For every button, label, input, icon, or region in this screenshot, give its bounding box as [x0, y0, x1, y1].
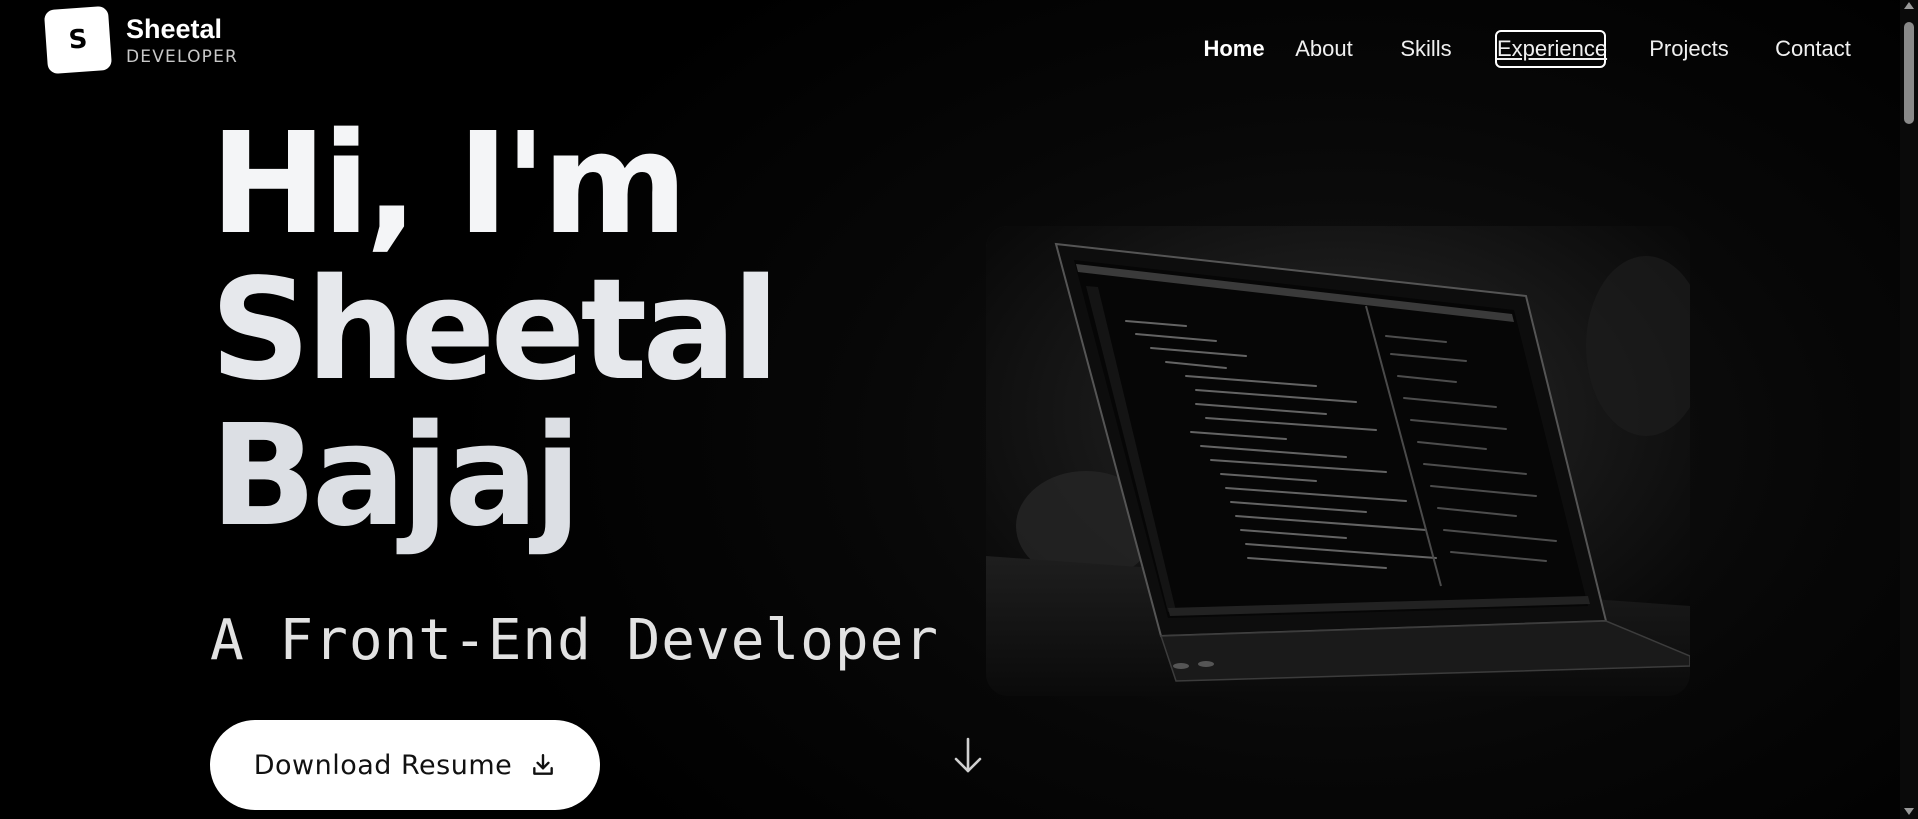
hero-title-line-3: Bajaj — [210, 395, 582, 558]
nav-item-projects[interactable]: Projects — [1648, 30, 1730, 68]
nav-item-contact[interactable]: Contact — [1773, 30, 1853, 68]
nav-item-skills[interactable]: Skills — [1398, 30, 1454, 68]
download-resume-button[interactable]: Download Resume — [210, 720, 600, 810]
hero-title-line-2: Sheetal — [210, 249, 780, 412]
arrow-down-icon[interactable] — [951, 736, 985, 776]
brand-name: Sheetal — [126, 14, 223, 44]
download-resume-label: Download Resume — [253, 749, 513, 781]
scroll-down-arrow-icon[interactable] — [1904, 808, 1914, 815]
logo-badge[interactable]: S — [43, 5, 113, 75]
nav-item-home[interactable]: Home — [1186, 30, 1282, 68]
brand-text: Sheetal DEVELOPER — [126, 14, 238, 66]
portfolio-page: S Sheetal DEVELOPER Home About Skills Ex… — [0, 0, 1918, 819]
nav-item-about[interactable]: About — [1291, 30, 1357, 68]
hero-title-line-1: Hi, I'm — [210, 103, 688, 266]
laptop-illustration — [986, 226, 1690, 696]
brand[interactable]: S Sheetal DEVELOPER — [43, 5, 238, 75]
nav-item-experience[interactable]: Experience — [1495, 30, 1607, 68]
hero-title: Hi, I'm Sheetal Bajaj — [210, 103, 780, 558]
hero-subtitle: A Front-End Developer — [210, 608, 940, 673]
logo-letter: S — [67, 24, 89, 56]
scroll-up-arrow-icon[interactable] — [1904, 2, 1914, 9]
hero-laptop-image — [986, 226, 1690, 696]
vertical-scrollbar[interactable] — [1900, 0, 1918, 819]
brand-role: DEVELOPER — [126, 47, 239, 67]
scrollbar-thumb[interactable] — [1904, 22, 1914, 124]
download-icon — [533, 754, 554, 775]
